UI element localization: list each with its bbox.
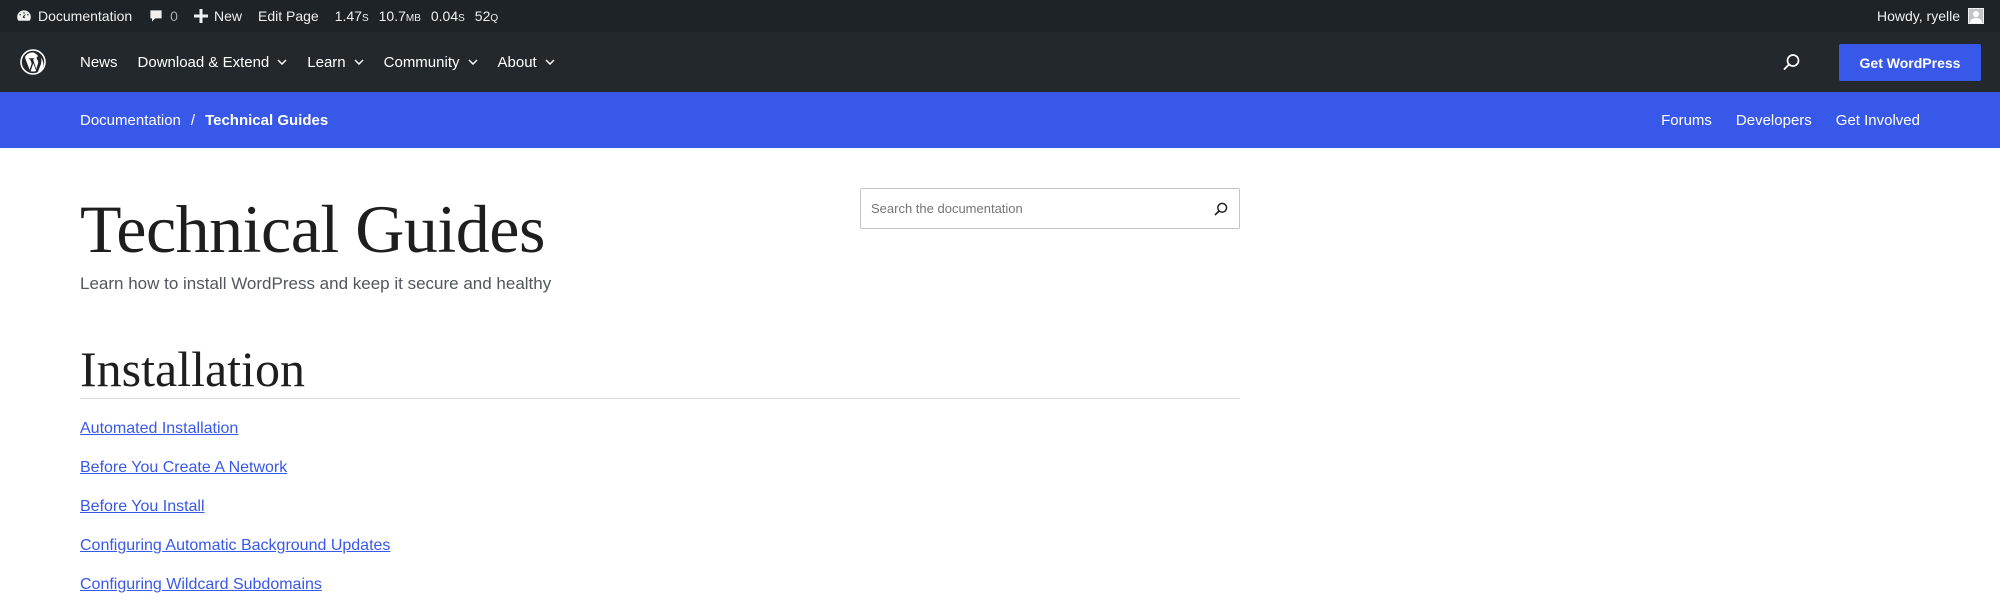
get-wordpress-button[interactable]: Get WordPress [1839,44,1981,81]
comments-count: 0 [170,8,178,24]
admin-bar-account[interactable]: Howdy, ryelle [1869,0,1992,32]
greeting-label: Howdy, ryelle [1877,8,1960,24]
plus-icon [193,9,208,23]
chevron-down-icon [545,59,555,65]
admin-bar-new[interactable]: New [186,0,250,32]
local-link-forums[interactable]: Forums [1661,112,1712,129]
breadcrumb: Documentation / Technical Guides [80,112,328,129]
admin-bar-site-name[interactable]: Documentation [8,0,140,32]
list-item: Configuring Wildcard Subdomains [80,576,390,600]
breadcrumb-root-link[interactable]: Documentation [80,112,181,129]
link-before-you-install[interactable]: Before You Install [80,498,205,515]
documentation-search [860,188,1240,229]
menu-item-news[interactable]: News [80,54,118,71]
section-divider [80,398,1240,399]
local-nav-links: Forums Developers Get Involved [1637,112,1920,129]
menu-item-community[interactable]: Community [384,54,478,71]
admin-bar-edit-page[interactable]: Edit Page [250,0,327,32]
edit-page-label: Edit Page [257,8,319,24]
main-menu: News Download & Extend Learn Community A… [80,54,575,71]
list-item: Before You Create A Network [80,459,390,498]
admin-bar-query-monitor[interactable]: 1.47S 10.7MB 0.04S 52Q [327,0,516,32]
page-subtitle: Learn how to install WordPress and keep … [80,274,552,293]
list-item: Configuring Automatic Background Updates [80,537,390,576]
chevron-down-icon [354,59,364,65]
admin-bar: Documentation 0 New Edit Page 1.47S 10.7… [0,0,2000,32]
stat-page-time: 1.47S [334,8,369,24]
link-automated-installation[interactable]: Automated Installation [80,420,238,437]
menu-item-about[interactable]: About [498,54,555,71]
installation-links-list: Automated Installation Before You Create… [80,420,390,600]
menu-item-label: About [497,53,537,71]
site-name-label: Documentation [38,8,133,24]
wordpress-logo-icon[interactable] [20,49,46,75]
breadcrumb-separator: / [190,111,196,129]
dashboard-icon [17,10,31,21]
search-input[interactable] [871,201,1213,216]
search-icon[interactable] [1213,201,1229,217]
local-link-developers[interactable]: Developers [1736,112,1812,129]
link-configuring-wildcard-subdomains[interactable]: Configuring Wildcard Subdomains [80,576,322,593]
menu-item-label: News [80,53,118,71]
list-item: Before You Install [80,498,390,537]
menu-item-label: Learn [307,53,346,71]
stat-memory: 10.7MB [378,8,421,24]
list-item: Automated Installation [80,420,390,459]
page-title: Technical Guides [80,191,545,267]
new-label: New [213,8,242,24]
admin-bar-comments[interactable]: 0 [140,0,186,32]
menu-item-learn[interactable]: Learn [307,53,364,71]
comment-icon [150,10,162,22]
section-title-installation: Installation [80,341,305,397]
menu-item-label: Download & Extend [137,53,270,71]
avatar [1968,8,1984,24]
global-header: News Download & Extend Learn Community A… [0,32,2000,92]
link-before-you-create-a-network[interactable]: Before You Create A Network [80,459,287,476]
menu-item-label: Community [383,53,460,71]
main-content: Technical Guides Learn how to install Wo… [0,148,2000,593]
link-configuring-automatic-background-updates[interactable]: Configuring Automatic Background Updates [80,537,390,554]
menu-item-download-extend[interactable]: Download & Extend [138,54,288,71]
chevron-down-icon [277,59,287,65]
stat-query-time: 0.04S [430,8,465,24]
breadcrumb-current: Technical Guides [205,111,329,129]
local-link-get-involved[interactable]: Get Involved [1836,112,1920,129]
local-nav: Documentation / Technical Guides Forums … [0,92,2000,148]
chevron-down-icon [467,59,478,65]
search-icon[interactable] [1782,52,1802,72]
stat-queries: 52Q [474,8,499,24]
